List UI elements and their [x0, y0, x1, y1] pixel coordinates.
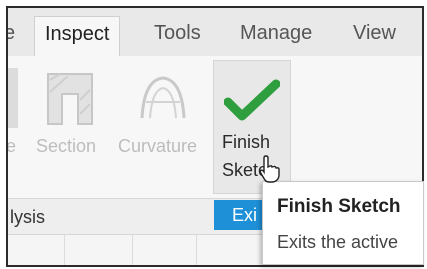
hand-cursor-icon — [259, 155, 280, 183]
analysis-group-label: lysis — [10, 207, 45, 227]
tab-manage[interactable]: Manage — [240, 20, 312, 46]
tab-view[interactable]: View — [353, 20, 396, 46]
finish-sketch-tooltip: Finish Sketch Exits the active — [262, 181, 424, 265]
tab-inspect[interactable]: Inspect — [34, 16, 121, 56]
partial-tool-label: e — [6, 136, 17, 156]
cell-divider — [196, 234, 197, 265]
finish-sketch-label-line1: Finish — [222, 132, 271, 152]
ribbon-tab-bar: e Inspect Tools Manage View — [8, 8, 422, 56]
tooltip-description: Exits the active — [277, 232, 399, 252]
section-button-label[interactable]: Section — [36, 136, 96, 157]
partial-tool-icon — [8, 68, 18, 128]
curvature-button-label[interactable]: Curvature — [118, 136, 197, 157]
tooltip-title: Finish Sketch — [277, 196, 401, 217]
section-icon[interactable] — [44, 70, 96, 128]
checkmark-icon — [224, 79, 280, 121]
cell-divider — [132, 234, 133, 265]
tab-partial[interactable]: e — [8, 20, 15, 46]
cell-divider — [64, 234, 65, 265]
curvature-icon[interactable] — [136, 72, 190, 124]
tab-tools[interactable]: Tools — [154, 20, 201, 46]
